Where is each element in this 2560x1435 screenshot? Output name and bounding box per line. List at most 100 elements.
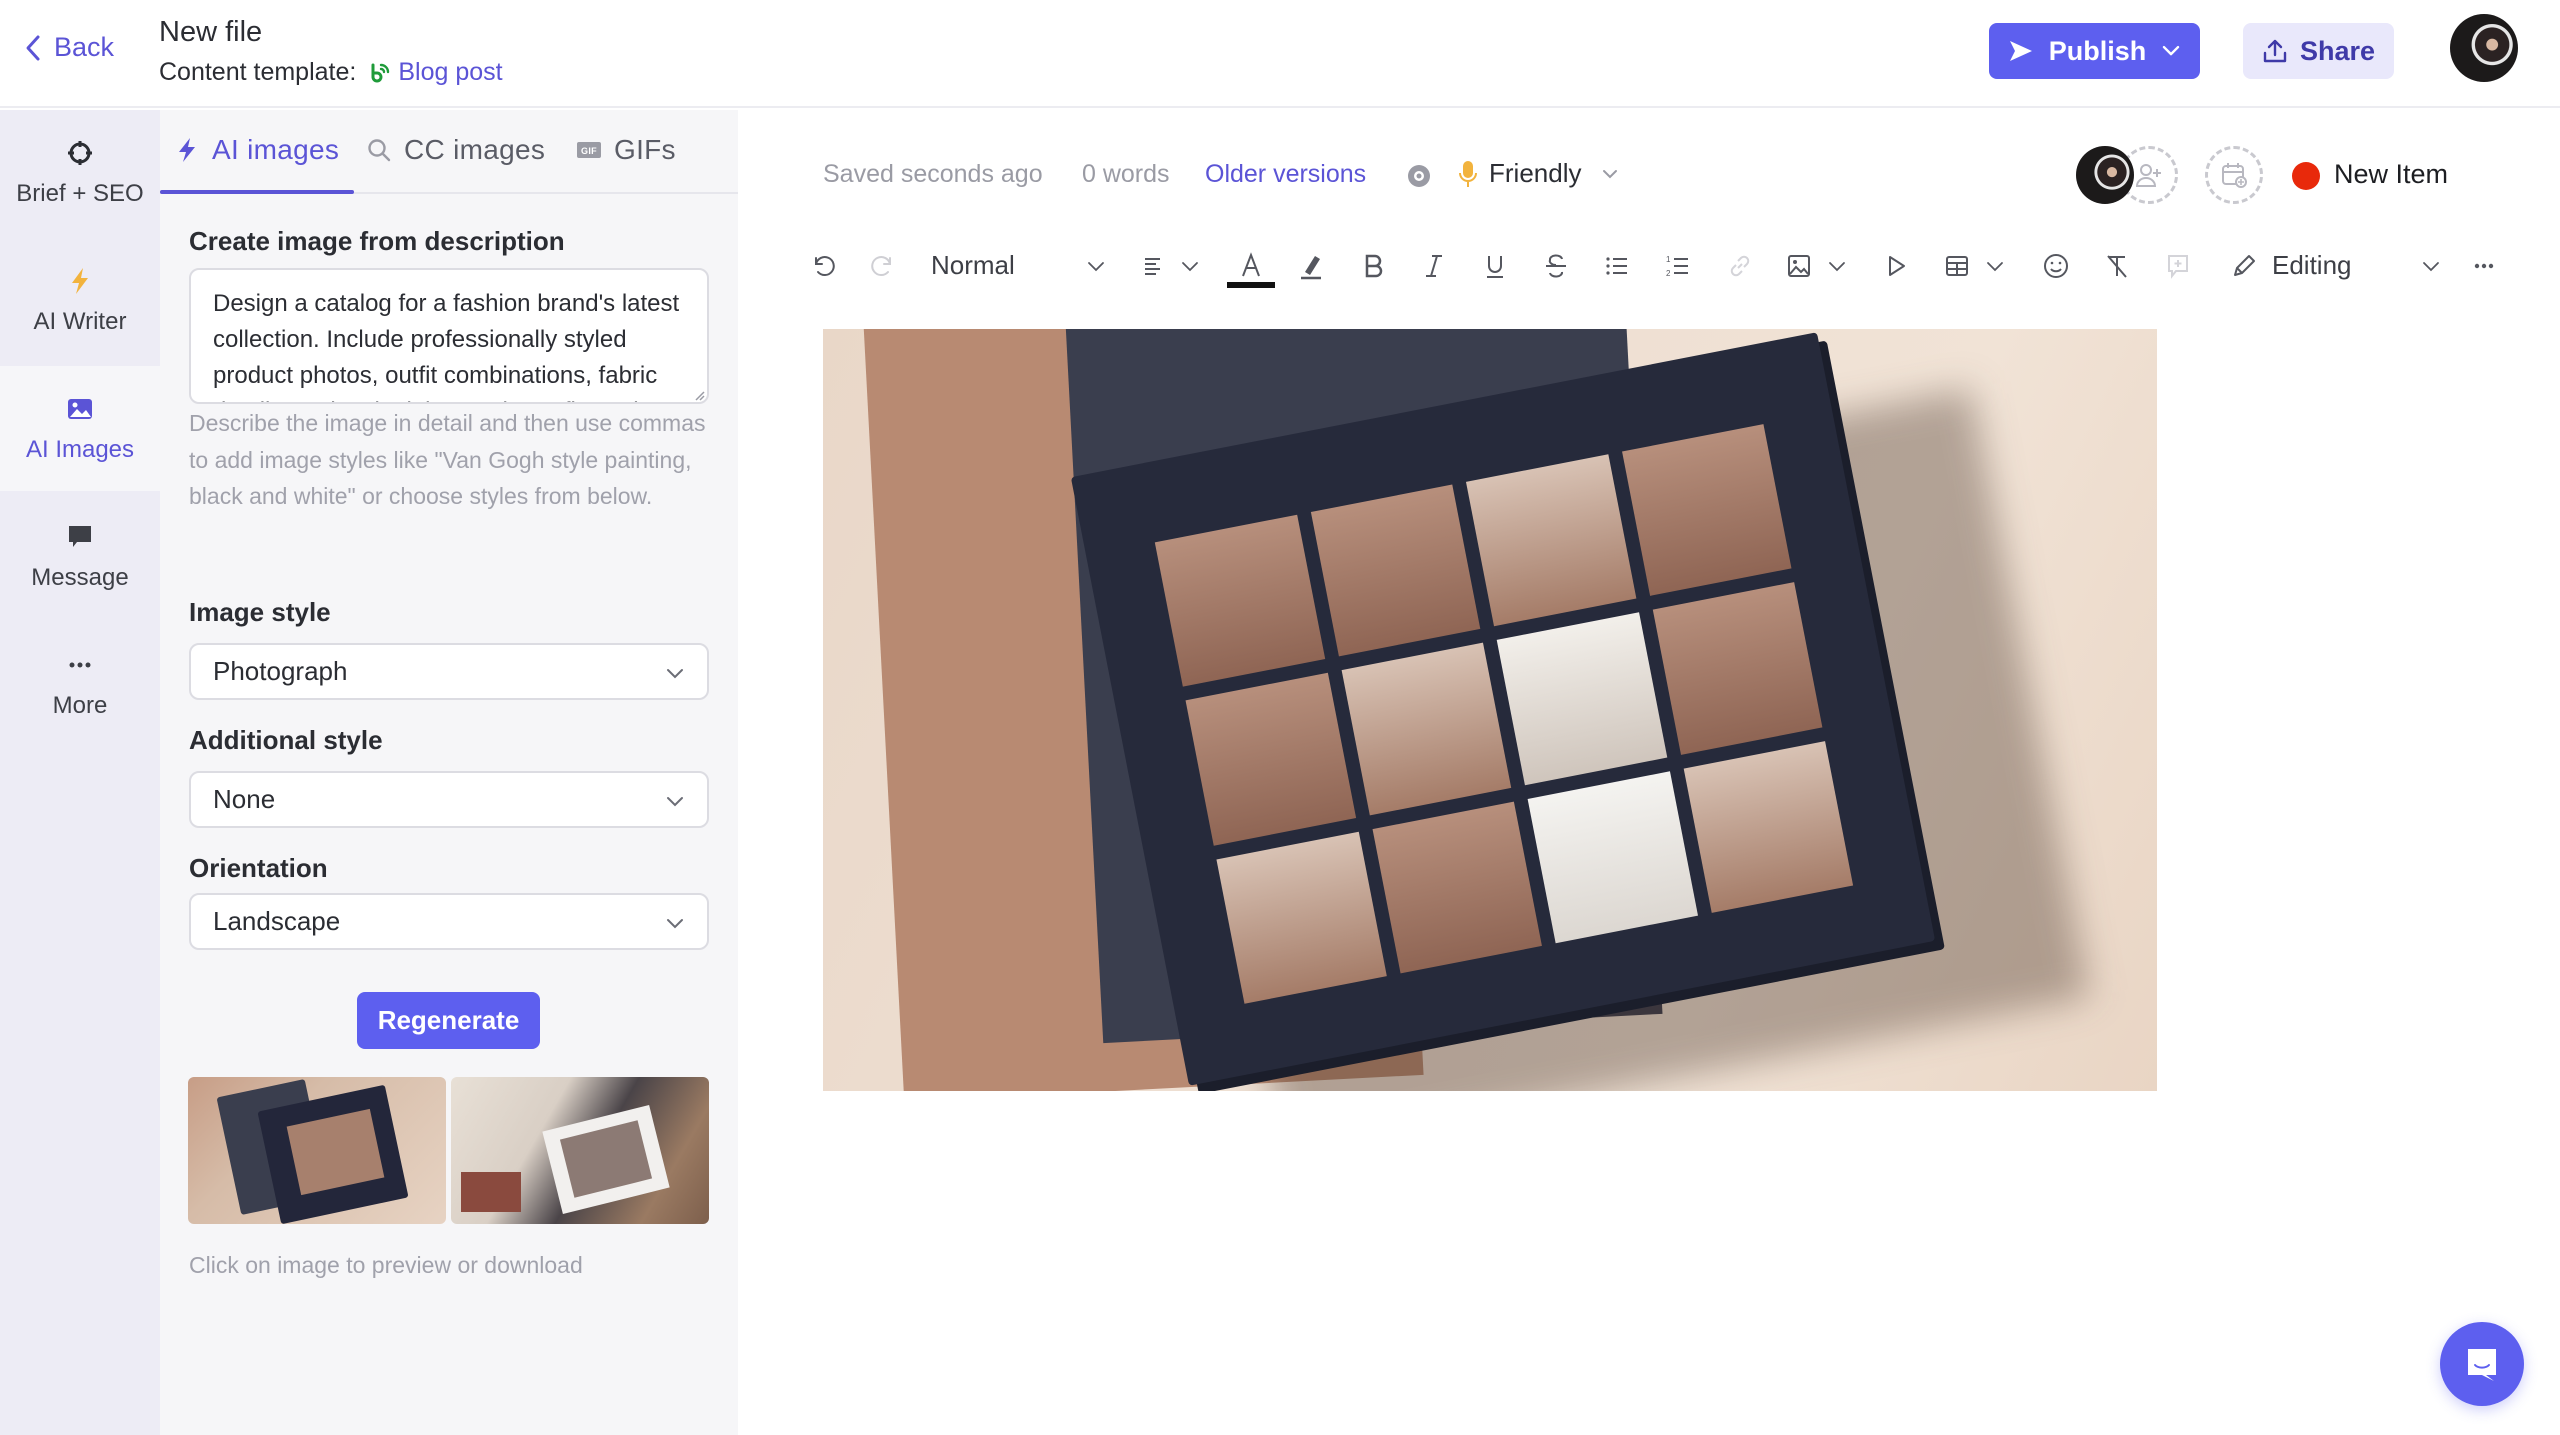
tone-selector[interactable]: Friendly [1457,158,1619,189]
additional-style-value: None [213,784,276,814]
italic-button[interactable] [1420,250,1448,282]
status-indicator-dot [2292,162,2320,190]
text-color-button[interactable] [1237,250,1265,282]
tab-label: GIFs [614,134,676,165]
insert-image-dropdown[interactable] [1827,250,1847,282]
editing-mode-dropdown[interactable] [2421,250,2441,282]
regenerate-button[interactable]: Regenerate [357,992,540,1049]
chevron-down-icon [2423,262,2439,272]
user-avatar[interactable] [2450,14,2518,82]
comment-add-icon [2168,255,2188,279]
rail-item-ai-writer[interactable]: AI Writer [0,238,160,363]
editing-mode-label[interactable]: Editing [2272,250,2352,281]
image-shape [1683,740,1854,913]
align-button[interactable] [1140,250,1168,282]
editing-mode-selector[interactable] [2230,250,2258,282]
status-label[interactable]: New Item [2334,159,2448,190]
rail-item-message[interactable]: Message [0,494,160,619]
emoji-button[interactable] [2042,250,2070,282]
upload-icon [2263,39,2287,63]
align-dropdown[interactable] [1180,250,1200,282]
resize-handle-icon[interactable] [693,389,705,401]
link-button[interactable] [1726,250,1754,282]
paragraph-style-select[interactable]: Normal [931,250,1015,281]
chat-icon [2468,1349,2496,1381]
undo-button[interactable] [808,250,836,282]
prompt-textarea[interactable]: Design a catalog for a fashion brand's l… [189,268,709,404]
text-color-swatch [1227,282,1275,288]
older-versions-link[interactable]: Older versions [1205,160,1366,189]
undo-icon [815,256,835,277]
back-button[interactable]: Back [24,32,114,63]
bold-button[interactable] [1359,250,1387,282]
content-template: Content template: Blog post [159,58,503,87]
publish-button[interactable]: Publish [1989,23,2200,79]
chevron-down-icon [2163,45,2180,56]
orientation-select[interactable]: Landscape [189,893,709,950]
microphone-icon [1459,160,1477,187]
generated-image-thumbnail[interactable] [451,1077,709,1224]
rail-label: AI Writer [33,307,127,335]
generated-image-thumbnail[interactable] [188,1077,446,1224]
template-link[interactable]: Blog post [368,58,503,87]
file-title: New file [159,16,263,48]
chevron-down-icon [1088,262,1104,272]
inserted-generated-image[interactable] [823,329,2157,1091]
bullet-list-icon [1606,257,1627,275]
link-icon [1730,255,1750,277]
pencil-icon [2234,255,2255,276]
bullet-list-button[interactable] [1603,250,1631,282]
additional-style-label: Additional style [189,725,383,755]
rail-item-brief-seo[interactable]: Brief + SEO [0,110,160,235]
align-left-icon [1145,258,1160,275]
eye-icon[interactable] [1405,162,1433,190]
image-shape [1621,424,1792,597]
image-shape [1496,612,1667,785]
left-icon-rail: Brief + SEO AI Writer AI Images Message … [0,110,160,1435]
schedule-button[interactable] [2205,146,2263,204]
clear-formatting-icon [2107,255,2127,278]
underline-icon [1487,256,1503,278]
add-user-icon [2135,164,2161,187]
strikethrough-button[interactable] [1542,250,1570,282]
image-shape [1216,831,1387,1004]
tab-gifs[interactable]: GIF GIFs [576,134,676,166]
orientation-label: Orientation [189,853,328,883]
panel-tabs: AI images CC images GIF GIFs [160,110,738,194]
image-shape [1154,514,1325,687]
share-button[interactable]: Share [2243,23,2394,79]
underline-button[interactable] [1481,250,1509,282]
collaborator-avatar[interactable] [2076,146,2134,204]
chevron-down-icon [667,919,683,929]
top-header: Back New file Content template: Blog pos… [0,0,2560,108]
send-icon [2009,41,2032,61]
active-tab-indicator [160,190,354,194]
numbered-list-button[interactable]: 12 [1664,250,1692,282]
insert-image-button[interactable] [1785,250,1813,282]
highlight-button[interactable] [1297,250,1325,282]
paragraph-style-dropdown[interactable] [1086,250,1106,282]
rail-item-more[interactable]: More [0,622,160,747]
emoji-icon [2044,254,2068,278]
clear-formatting-button[interactable] [2103,250,2131,282]
additional-style-select[interactable]: None [189,771,709,828]
insert-video-button[interactable] [1882,250,1910,282]
insert-table-dropdown[interactable] [1985,250,2005,282]
tab-cc-images[interactable]: CC images [366,134,545,166]
blog-icon [371,63,390,82]
lightning-icon [72,267,88,294]
redo-button[interactable] [870,250,898,282]
tab-label: AI images [212,134,340,165]
redo-icon [871,256,891,277]
add-comment-button[interactable] [2164,250,2192,282]
insert-table-button[interactable] [1943,250,1971,282]
tab-ai-images[interactable]: AI images [174,134,339,166]
template-prefix: Content template: [159,58,357,86]
image-style-select[interactable]: Photograph [189,643,709,700]
more-options-button[interactable] [2470,250,2498,282]
gif-icon: GIF [577,142,601,158]
rail-item-ai-images[interactable]: AI Images [0,366,160,491]
chevron-down-icon [1987,262,2003,272]
prompt-hint: Describe the image in detail and then us… [189,410,706,509]
chat-support-button[interactable] [2440,1322,2524,1406]
